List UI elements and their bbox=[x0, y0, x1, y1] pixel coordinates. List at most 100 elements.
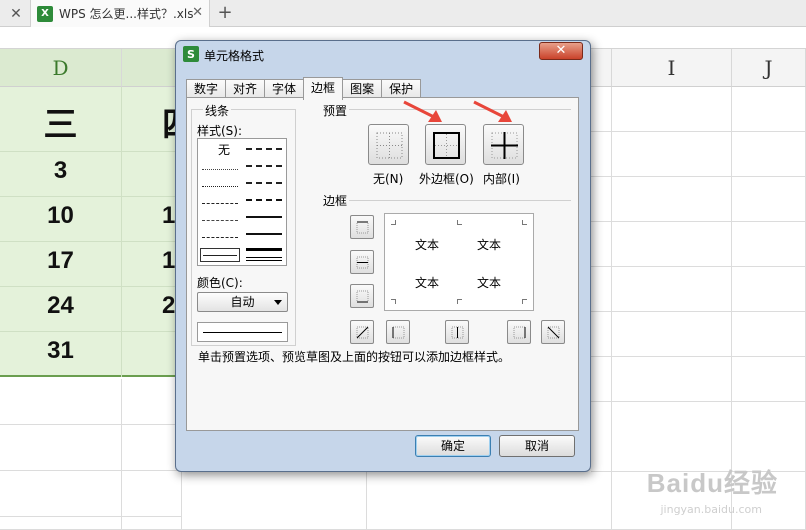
color-dropdown[interactable]: 自动 bbox=[197, 292, 288, 312]
column-header-j[interactable]: J bbox=[732, 49, 806, 87]
cell[interactable] bbox=[122, 471, 182, 517]
document-tab-title: WPS 怎么更...样式？.xls bbox=[59, 7, 194, 21]
line-style-double[interactable] bbox=[246, 257, 282, 261]
cell[interactable] bbox=[612, 177, 732, 222]
cell[interactable] bbox=[0, 471, 122, 517]
line-style-list[interactable]: 无 bbox=[197, 138, 287, 266]
cell[interactable] bbox=[732, 312, 806, 357]
diagonal-up-icon bbox=[356, 326, 369, 339]
cell[interactable] bbox=[122, 425, 182, 471]
preset-outline-button[interactable] bbox=[425, 124, 466, 165]
preset-inside-button[interactable] bbox=[483, 124, 524, 165]
border-none-icon bbox=[376, 132, 403, 159]
border-preview[interactable]: 文本 文本 文本 文本 bbox=[384, 213, 534, 311]
preview-text: 文本 bbox=[415, 276, 440, 290]
preset-outline-label: 外边框(O) bbox=[419, 172, 474, 186]
cell[interactable] bbox=[591, 87, 612, 132]
cell[interactable] bbox=[591, 402, 612, 472]
cell[interactable] bbox=[367, 472, 612, 530]
cell[interactable] bbox=[591, 357, 612, 402]
border-outline-icon bbox=[433, 132, 460, 159]
cell[interactable] bbox=[591, 177, 612, 222]
column-header-i[interactable]: I bbox=[612, 49, 732, 87]
ok-button[interactable]: 确定 bbox=[415, 435, 491, 457]
border-diagonal-down-button[interactable] bbox=[541, 320, 565, 344]
cell[interactable] bbox=[612, 402, 732, 472]
border-middle-horizontal-button[interactable] bbox=[350, 250, 374, 274]
cell-d-value[interactable]: 31 bbox=[0, 337, 121, 365]
cell-d-value[interactable]: 3 bbox=[0, 157, 121, 185]
cell[interactable] bbox=[612, 312, 732, 357]
cell-d-value[interactable]: 17 bbox=[0, 247, 121, 275]
cell[interactable] bbox=[732, 222, 806, 267]
line-style-option[interactable] bbox=[246, 165, 282, 167]
format-cells-dialog: S 单元格格式 ✕ 数字 对齐 字体 边框 图案 保护 线条 样式(S): 无 bbox=[175, 40, 591, 472]
cell[interactable] bbox=[612, 132, 732, 177]
line-style-option[interactable] bbox=[202, 203, 238, 204]
column-divider bbox=[121, 87, 122, 377]
cell[interactable] bbox=[182, 472, 367, 530]
line-style-option[interactable] bbox=[246, 199, 282, 201]
line-style-option[interactable] bbox=[202, 186, 238, 187]
tab-font[interactable]: 字体 bbox=[264, 79, 305, 99]
tab-pattern[interactable]: 图案 bbox=[342, 79, 383, 99]
cell-d-value[interactable]: 24 bbox=[0, 292, 121, 320]
new-tab-button[interactable]: + bbox=[214, 2, 236, 23]
border-left-button[interactable] bbox=[386, 320, 410, 344]
close-document-tab-icon[interactable]: ✕ bbox=[192, 5, 203, 20]
preview-text: 文本 bbox=[415, 238, 440, 252]
border-middle-vertical-button[interactable] bbox=[445, 320, 469, 344]
line-style-option[interactable] bbox=[202, 169, 238, 170]
cell[interactable] bbox=[732, 267, 806, 312]
cell[interactable] bbox=[591, 267, 612, 312]
border-right-button[interactable] bbox=[507, 320, 531, 344]
cell[interactable] bbox=[0, 379, 122, 425]
cell[interactable] bbox=[612, 87, 732, 132]
wps-app-icon: S bbox=[183, 46, 199, 62]
cell[interactable] bbox=[0, 517, 122, 530]
line-style-option[interactable] bbox=[246, 216, 282, 218]
cell[interactable] bbox=[591, 222, 612, 267]
border-top-button[interactable] bbox=[350, 215, 374, 239]
dialog-titlebar[interactable]: S 单元格格式 ✕ bbox=[176, 41, 590, 67]
cell[interactable] bbox=[732, 87, 806, 132]
line-style-option[interactable] bbox=[202, 220, 238, 221]
cell[interactable] bbox=[732, 177, 806, 222]
preset-none-label: 无(N) bbox=[373, 172, 404, 186]
tab-bar: ✕ X WPS 怎么更...样式？.xls ✕ + bbox=[0, 0, 806, 27]
line-style-option[interactable] bbox=[246, 233, 282, 235]
line-style-option[interactable] bbox=[246, 182, 282, 184]
cell[interactable] bbox=[591, 132, 612, 177]
preset-none-button[interactable] bbox=[368, 124, 409, 165]
cell[interactable] bbox=[612, 357, 732, 402]
line-style-none[interactable]: 无 bbox=[218, 141, 230, 158]
border-diagonal-up-button[interactable] bbox=[350, 320, 374, 344]
line-style-option[interactable] bbox=[246, 248, 282, 251]
line-style-option[interactable] bbox=[246, 148, 282, 150]
cell[interactable] bbox=[732, 132, 806, 177]
cell[interactable] bbox=[612, 222, 732, 267]
cell[interactable] bbox=[0, 425, 122, 471]
close-tab-icon[interactable]: ✕ bbox=[0, 0, 32, 27]
close-dialog-button[interactable]: ✕ bbox=[539, 42, 583, 60]
cell[interactable] bbox=[122, 379, 182, 425]
cell-d-header[interactable]: 三 bbox=[0, 97, 121, 146]
cell[interactable] bbox=[732, 357, 806, 402]
row-divider bbox=[0, 196, 180, 197]
tab-number[interactable]: 数字 bbox=[186, 79, 227, 99]
cancel-button[interactable]: 取消 bbox=[499, 435, 575, 457]
line-style-option[interactable] bbox=[202, 237, 238, 238]
cell-d-value[interactable]: 10 bbox=[0, 202, 121, 230]
cell[interactable] bbox=[591, 312, 612, 357]
document-tab[interactable]: X WPS 怎么更...样式？.xls ✕ bbox=[30, 0, 210, 27]
tab-protection[interactable]: 保护 bbox=[381, 79, 422, 99]
column-header-d[interactable]: D bbox=[0, 49, 122, 87]
tab-border[interactable]: 边框 bbox=[303, 77, 344, 100]
cell[interactable] bbox=[732, 402, 806, 472]
presets-divider bbox=[349, 109, 571, 110]
tab-alignment[interactable]: 对齐 bbox=[225, 79, 266, 99]
cell[interactable] bbox=[612, 267, 732, 312]
cell[interactable] bbox=[122, 517, 182, 530]
column-header-e[interactable] bbox=[122, 49, 182, 87]
border-bottom-button[interactable] bbox=[350, 284, 374, 308]
